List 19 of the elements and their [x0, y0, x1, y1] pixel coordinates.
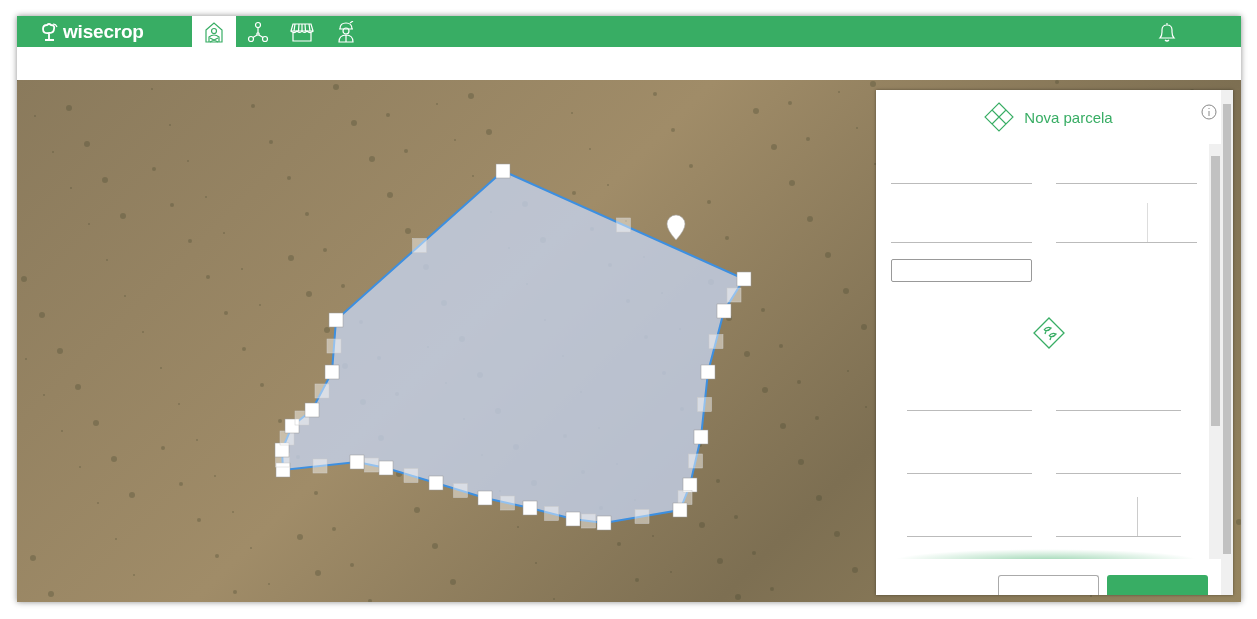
panel-title: Nova parcela	[1024, 108, 1113, 126]
primary-button[interactable]	[1107, 575, 1208, 595]
nodes-icon	[247, 20, 269, 43]
parcel-icon	[984, 102, 1015, 132]
tree-logo-icon	[41, 21, 59, 42]
farm-icon	[204, 20, 224, 43]
scrollbar[interactable]	[1221, 90, 1233, 595]
field-polygon-drawing[interactable]	[274, 163, 752, 531]
crop-icon	[1032, 317, 1065, 349]
nav-tab[interactable]	[192, 16, 236, 47]
scrollbar[interactable]	[1209, 144, 1221, 559]
map-pin-icon[interactable]	[666, 214, 686, 241]
brand-logo: wisecrop	[63, 20, 144, 43]
farmer-icon	[336, 20, 356, 43]
notification-bell-icon[interactable]	[1156, 20, 1178, 43]
secondary-button[interactable]	[998, 575, 1099, 595]
market-stall-icon	[290, 20, 314, 43]
input-field[interactable]	[891, 259, 1032, 282]
info-icon[interactable]	[1201, 104, 1217, 120]
